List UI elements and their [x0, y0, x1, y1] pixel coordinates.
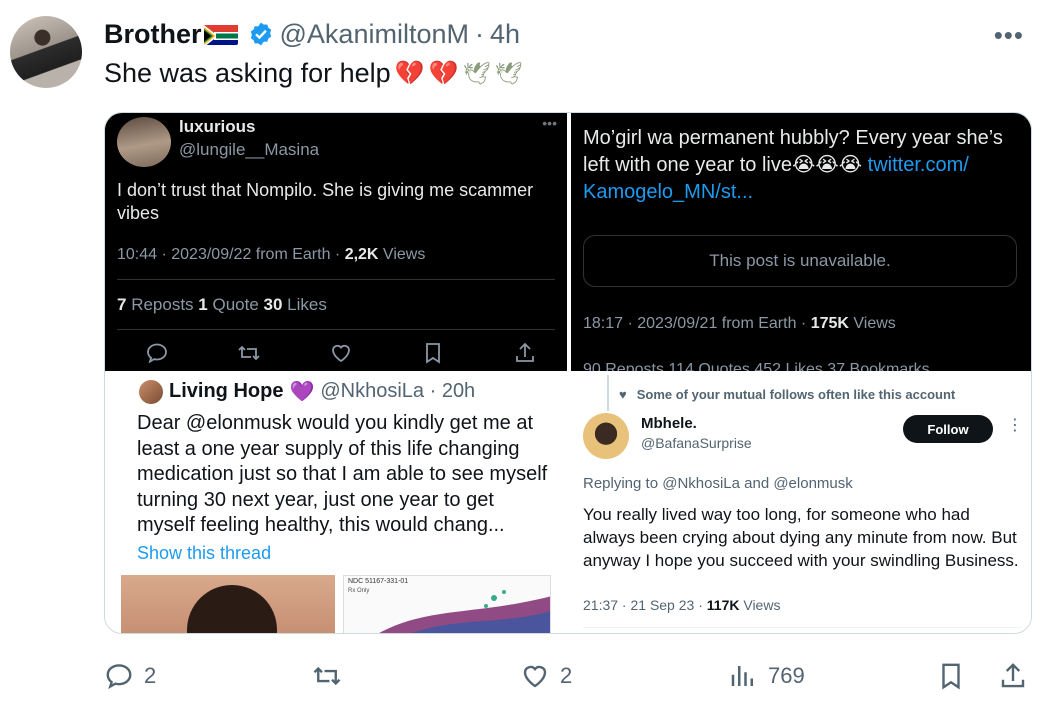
reply-icon: [106, 664, 132, 690]
quoted-meta-prefix: 18:17 · 2023/09/21 from Earth ·: [583, 315, 811, 332]
divider: [583, 627, 1021, 628]
quoted-text: I don’t trust that Nompilo. She is givin…: [117, 180, 534, 223]
like-button[interactable]: 2: [520, 658, 572, 694]
media-grid[interactable]: luxurious @lungile__Masina ••• I don’t t…: [104, 112, 1032, 634]
quoted-text: Mo’girl wa permanent hubbly? Every year …: [583, 125, 1023, 206]
dove-icon: 🕊: [462, 60, 491, 86]
quoted-action-bar: [145, 341, 537, 365]
quoted-name: Living Hope: [169, 380, 284, 402]
south-africa-flag-icon: [203, 23, 238, 45]
quoted-handle: @BafanaSurprise: [641, 435, 752, 451]
quoted-views-count: 2,2K: [344, 246, 379, 263]
media-image-4[interactable]: ♥ Some of your mutual follows often like …: [571, 375, 1031, 633]
views-count: 769: [768, 663, 805, 688]
quoted-avatar: [583, 413, 629, 459]
quoted-views-label: Views: [378, 246, 426, 263]
author-name[interactable]: Brother: [104, 19, 202, 50]
thread-line: [607, 375, 609, 411]
quoted-meta: 10:44 · 2023/09/22 from Earth · 2,2K Vie…: [117, 246, 425, 264]
views-button[interactable]: 769: [728, 658, 805, 694]
purple-heart-icon: 💜: [289, 381, 315, 403]
bookmark-icon: [942, 663, 960, 690]
reposts-label: Reposts: [126, 295, 199, 314]
quoted-header: Living Hope 💜 @NkhosiLa · 20h: [139, 379, 475, 404]
author-handle[interactable]: @AkanimiltonM: [280, 19, 469, 50]
tweet-header: Brother @AkanimiltonM · 4h: [104, 18, 520, 50]
heart-icon: ♥: [619, 387, 627, 402]
views-chart-icon: [731, 666, 753, 686]
quoted-views-label: Views: [739, 597, 781, 613]
mutual-note-text: Some of your mutual follows often like t…: [636, 387, 956, 402]
separator: ·: [474, 18, 484, 49]
likes-count: 30: [263, 295, 283, 314]
media-image-1[interactable]: luxurious @lungile__Masina ••• I don’t t…: [105, 113, 567, 371]
quotes-count: 1: [198, 295, 208, 314]
quoted-text: Dear @elonmusk would you kindly get me a…: [137, 412, 548, 536]
more-dots-icon[interactable]: •••: [994, 20, 1024, 51]
quoted-views-count: 117K: [706, 597, 740, 613]
mutual-note: ♥ Some of your mutual follows often like …: [619, 387, 955, 402]
divider: [117, 279, 555, 280]
like-count: 2: [560, 663, 573, 688]
quoted-text: You really lived way too long, for someo…: [583, 505, 1019, 570]
retweet-button[interactable]: [312, 658, 342, 694]
medication-box-photo: NDC 51167-331-01 Rx Only: [343, 575, 551, 633]
quoted-name: Mbhele.: [641, 415, 697, 432]
dove-icon: 🕊: [494, 60, 523, 86]
quoted-meta: 18:17 · 2023/09/21 from Earth · 175K Vie…: [583, 315, 896, 333]
quoted-meta-prefix: 10:44 · 2023/09/22 from Earth ·: [117, 246, 345, 263]
unavailable-post-card: This post is unavailable.: [583, 235, 1017, 287]
share-icon: [1001, 663, 1025, 688]
bookmark-icon: [426, 343, 440, 364]
share-icon: [516, 342, 534, 362]
retweet-icon: [238, 345, 260, 361]
quoted-handle: @lungile__Masina: [179, 140, 320, 159]
retweet-icon: [313, 666, 341, 686]
like-icon: [332, 344, 350, 363]
follow-button: Follow: [903, 415, 993, 443]
bookmark-button[interactable]: [936, 658, 966, 694]
tweet-text-body: She was asking for help: [104, 58, 391, 88]
quotes-label: Quote: [207, 295, 264, 314]
more-dots-icon: •••: [542, 115, 557, 131]
reply-icon: [147, 343, 167, 364]
divider: [117, 329, 555, 330]
media-image-3[interactable]: Living Hope 💜 @NkhosiLa · 20h Dear @elon…: [105, 375, 567, 633]
quoted-handle-time: @NkhosiLa · 20h: [320, 380, 476, 402]
person-photo: [121, 575, 335, 633]
quoted-views-label: Views: [848, 315, 896, 332]
quoted-meta: 21:37 · 21 Sep 23 · 117K Views: [583, 597, 780, 613]
show-thread-link: Show this thread: [137, 543, 272, 563]
like-icon: [523, 665, 547, 688]
quoted-avatar: [139, 379, 163, 404]
reply-button[interactable]: 2: [104, 658, 156, 694]
reply-count: 2: [144, 663, 157, 688]
broken-heart-icon: 💔: [394, 60, 425, 87]
more-dots-icon: ⋮: [1007, 417, 1023, 434]
verified-badge-icon: [248, 21, 274, 47]
crying-emoji-icon: 😭😭😭: [792, 154, 863, 176]
quoted-stats: 7 Reposts 1 Quote 30 Likes: [117, 295, 327, 315]
quoted-tweet-screenshot: Living Hope 💜 @NkhosiLa · 20h Dear @elon…: [121, 375, 551, 633]
quoted-views-count: 175K: [810, 315, 849, 332]
tweet-time[interactable]: 4h: [490, 19, 520, 50]
likes-label: Likes: [282, 295, 327, 314]
quoted-stats: 90 Reposts 114 Quotes 452 Likes 37 Bookm…: [583, 361, 930, 371]
replying-to: Replying to @NkhosiLa and @elonmusk: [583, 475, 853, 492]
tweet-text: She was asking for help 💔 💔 🕊 🕊: [104, 58, 522, 89]
quoted-avatar: [117, 117, 171, 167]
media-image-2[interactable]: Mo’girl wa permanent hubbly? Every year …: [571, 113, 1031, 371]
share-button[interactable]: [998, 658, 1028, 694]
broken-heart-icon: 💔: [428, 60, 459, 87]
quoted-name: luxurious: [179, 117, 256, 136]
quoted-meta-prefix: 21:37 · 21 Sep 23 ·: [583, 597, 707, 613]
author-avatar[interactable]: [10, 16, 82, 88]
